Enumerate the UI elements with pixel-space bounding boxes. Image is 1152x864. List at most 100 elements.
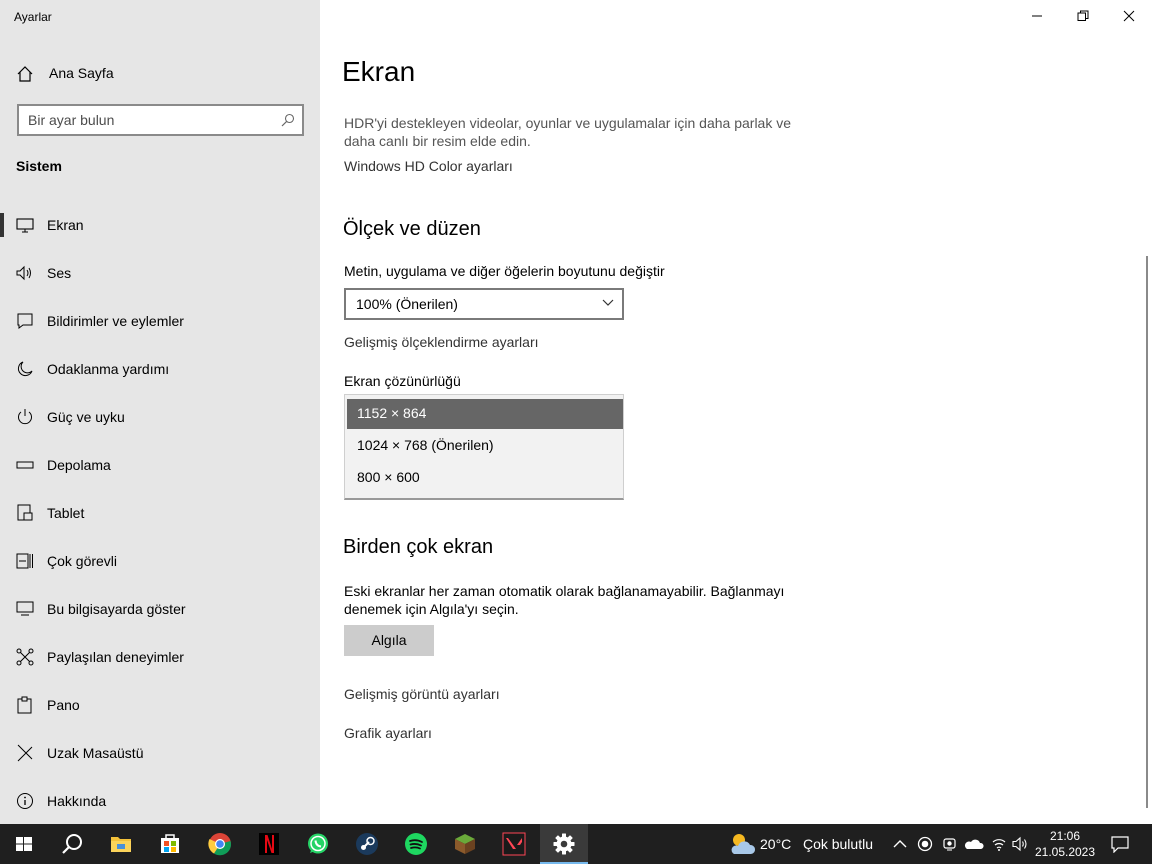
weather-condition: Çok bulutlu: [802, 836, 873, 852]
scale-section-title: Ölçek ve düzen: [343, 218, 481, 240]
taskbar: 20°C Çok bulutlu 21:06 21.05.2023: [0, 824, 1152, 864]
resolution-option[interactable]: 1152 × 864: [347, 399, 623, 429]
sidebar-item-label: Hakkında: [47, 793, 107, 809]
sidebar-item-depolama[interactable]: Depolama: [0, 441, 320, 489]
info-icon: [17, 793, 33, 809]
sidebar-item-label: Bildirimler ve eylemler: [47, 313, 184, 329]
window-controls: [1014, 0, 1152, 32]
power-icon: [18, 409, 32, 425]
chevron-down-icon: [602, 299, 614, 306]
sidebar-item-label: Odaklanma yardımı: [47, 361, 170, 377]
monitor-icon: [16, 218, 34, 233]
restore-button[interactable]: [1060, 0, 1106, 32]
taskbar-app-spotify[interactable]: [392, 824, 440, 864]
webcam-icon[interactable]: [942, 836, 958, 852]
resolution-dropdown-list: 1152 × 864 1024 × 768 (Önerilen) 800 × 6…: [344, 394, 624, 500]
chevron-up-icon[interactable]: [893, 838, 907, 850]
sidebar-item-label: Güç ve uyku: [47, 409, 125, 425]
taskbar-app-store[interactable]: [146, 824, 194, 864]
sidebar-item-cok-gorevli[interactable]: Çok görevli: [0, 537, 320, 585]
sidebar-item-pano[interactable]: Pano: [0, 681, 320, 729]
start-icon: [16, 837, 32, 851]
sidebar-item-ekran[interactable]: Ekran: [0, 201, 320, 249]
sidebar-item-label: Uzak Masaüstü: [47, 745, 144, 761]
multi-display-description: Eski ekranlar her zaman otomatik olarak …: [344, 583, 785, 617]
sidebar-item-guc[interactable]: Güç ve uyku: [0, 393, 320, 441]
clipboard-icon: [17, 696, 32, 714]
graphics-settings-link[interactable]: Grafik ayarları: [344, 725, 432, 741]
onedrive-icon[interactable]: [964, 837, 984, 851]
sidebar-item-tablet[interactable]: Tablet: [0, 489, 320, 537]
taskbar-app-valorant[interactable]: [490, 824, 538, 864]
clock-date: 21.05.2023: [1034, 845, 1096, 859]
advanced-scaling-link[interactable]: Gelişmiş ölçeklendirme ayarları: [344, 334, 539, 350]
home-icon: [17, 66, 33, 82]
remote-desktop-icon: [17, 744, 33, 762]
search-input[interactable]: Bir ayar bulun: [17, 104, 304, 136]
minimize-icon: [1032, 15, 1042, 17]
start-button[interactable]: [0, 824, 48, 864]
resolution-option-label: 1152 × 864: [357, 405, 427, 421]
resolution-option-label: 1024 × 768 (Önerilen): [357, 437, 494, 453]
restore-icon: [1077, 10, 1089, 21]
main-content: Ekran HDR'yi destekleyen videolar, oyunl…: [320, 0, 1152, 824]
scale-value: 100% (Önerilen): [356, 296, 458, 312]
sidebar-item-label: Ekran: [47, 217, 84, 233]
taskbar-app-netflix[interactable]: [245, 824, 293, 864]
taskbar-app-steam[interactable]: [343, 824, 391, 864]
home-button[interactable]: Ana Sayfa: [0, 56, 320, 90]
shared-experiences-icon: [16, 648, 34, 666]
sidebar-item-bu-bilgisayarda[interactable]: Bu bilgisayarda göster: [0, 585, 320, 633]
sidebar-item-label: Paylaşılan deneyimler: [47, 649, 184, 665]
taskbar-app-chrome[interactable]: [196, 824, 244, 864]
sidebar-item-label: Tablet: [47, 505, 85, 521]
close-button[interactable]: [1106, 0, 1152, 32]
record-icon[interactable]: [917, 836, 933, 852]
taskbar-app-minecraft[interactable]: [441, 824, 489, 864]
close-icon: [1123, 10, 1135, 22]
taskbar-app-explorer[interactable]: [97, 824, 145, 864]
sidebar-item-label: Çok görevli: [47, 553, 118, 569]
sidebar-item-uzak-masaustu[interactable]: Uzak Masaüstü: [0, 729, 320, 777]
minecraft-icon: [455, 834, 475, 854]
taskbar-app-settings[interactable]: [540, 824, 588, 864]
sidebar-nav: Ekran Ses Bildirimler ve eylemler Odakla…: [0, 201, 320, 825]
hdr-settings-link[interactable]: Windows HD Color ayarları: [344, 158, 513, 174]
detect-button[interactable]: Algıla: [344, 625, 434, 656]
page-title: Ekran: [342, 56, 416, 87]
clock[interactable]: 21:06 21.05.2023: [1030, 828, 1100, 860]
taskbar-app-whatsapp[interactable]: [294, 824, 342, 864]
notifications-icon: [17, 313, 33, 329]
advanced-display-link[interactable]: Gelişmiş görüntü ayarları: [344, 686, 500, 702]
steam-icon: [356, 833, 378, 855]
sidebar-item-ses[interactable]: Ses: [0, 249, 320, 297]
search-placeholder: Bir ayar bulun: [28, 112, 115, 128]
sidebar-item-hakkinda[interactable]: Hakkında: [0, 777, 320, 825]
sidebar-item-paylasilan[interactable]: Paylaşılan deneyimler: [0, 633, 320, 681]
app-title: Ayarlar: [14, 10, 52, 24]
sidebar-item-label: Bu bilgisayarda göster: [47, 601, 186, 617]
sidebar-item-odaklanma[interactable]: Odaklanma yardımı: [0, 345, 320, 393]
resolution-option[interactable]: 800 × 600: [347, 463, 623, 493]
resolution-option-label: 800 × 600: [357, 469, 420, 485]
storage-icon: [16, 461, 34, 469]
wifi-icon[interactable]: [991, 836, 1007, 852]
resolution-option[interactable]: 1024 × 768 (Önerilen): [347, 431, 623, 461]
scrollbar[interactable]: [1146, 256, 1148, 808]
chrome-icon: [208, 833, 232, 856]
section-title: Sistem: [16, 158, 62, 174]
scale-label: Metin, uygulama ve diğer öğelerin boyutu…: [344, 263, 665, 279]
settings-icon: [553, 833, 575, 855]
taskbar-search-button[interactable]: [48, 824, 96, 864]
minimize-button[interactable]: [1014, 0, 1060, 32]
home-label: Ana Sayfa: [49, 65, 114, 81]
multi-display-section-title: Birden çok ekran: [343, 536, 494, 558]
scale-dropdown[interactable]: 100% (Önerilen): [344, 288, 624, 320]
projecting-icon: [16, 601, 34, 616]
volume-icon[interactable]: [1012, 836, 1030, 852]
sidebar-item-bildirimler[interactable]: Bildirimler ve eylemler: [0, 297, 320, 345]
sidebar-item-label: Depolama: [47, 457, 111, 473]
notification-center-icon[interactable]: [1110, 835, 1130, 853]
speaker-icon: [16, 265, 31, 281]
multitasking-icon: [16, 553, 33, 569]
